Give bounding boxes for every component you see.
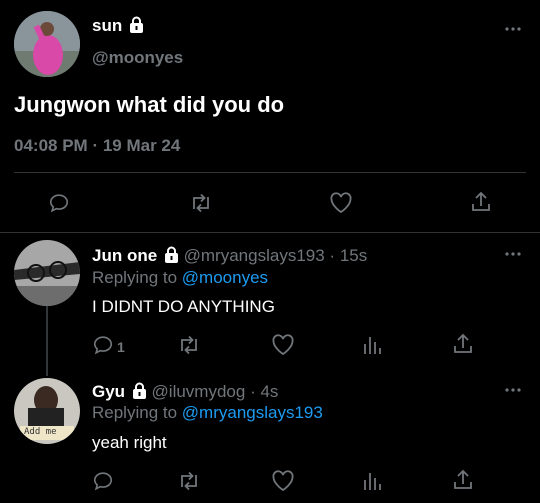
tweet-date: 19 Mar 24 bbox=[102, 136, 181, 155]
replying-to: Replying to @moonyes bbox=[92, 268, 268, 288]
author-row: sun bbox=[92, 16, 144, 36]
lock-icon bbox=[132, 382, 147, 399]
avatar[interactable] bbox=[14, 11, 80, 77]
like-icon[interactable] bbox=[271, 334, 295, 356]
lock-icon bbox=[164, 246, 179, 263]
tweet-text: Jungwon what did you do bbox=[14, 92, 285, 117]
retweet-icon[interactable] bbox=[177, 470, 201, 492]
views-icon[interactable] bbox=[362, 334, 382, 356]
handle[interactable]: @mryangslays193 bbox=[184, 246, 325, 265]
handle[interactable]: @iluvmydog bbox=[152, 382, 246, 401]
share-icon[interactable] bbox=[452, 468, 474, 492]
divider bbox=[14, 172, 526, 173]
replying-to-handle[interactable]: @moonyes bbox=[182, 268, 268, 287]
reply-count: 1 bbox=[117, 339, 125, 355]
author-row: Jun one @mryangslays193 · 15s bbox=[92, 246, 367, 266]
relative-time[interactable]: 4s bbox=[260, 382, 278, 401]
thread-line bbox=[46, 306, 48, 376]
retweet-icon[interactable] bbox=[177, 334, 201, 356]
more-icon[interactable] bbox=[504, 251, 522, 257]
reply-icon[interactable] bbox=[92, 470, 114, 492]
dot-separator: · bbox=[329, 246, 336, 265]
display-name[interactable]: Gyu bbox=[92, 382, 125, 401]
handle[interactable]: @moonyes bbox=[92, 48, 183, 68]
views-icon[interactable] bbox=[362, 470, 382, 492]
lock-icon bbox=[129, 16, 144, 33]
avatar[interactable] bbox=[14, 240, 80, 306]
tweet-text: I DIDNT DO ANYTHING bbox=[92, 297, 275, 316]
like-icon[interactable] bbox=[329, 192, 353, 214]
avatar-sign-text: Add me bbox=[24, 427, 57, 437]
separator: · bbox=[92, 136, 99, 155]
share-icon[interactable] bbox=[470, 190, 492, 214]
more-icon[interactable] bbox=[504, 387, 522, 393]
like-icon[interactable] bbox=[271, 470, 295, 492]
tweet-text: yeah right bbox=[92, 433, 167, 452]
display-name[interactable]: sun bbox=[92, 16, 122, 35]
more-icon[interactable] bbox=[504, 26, 522, 32]
replying-prefix: Replying to bbox=[92, 268, 178, 287]
author-row: Gyu @iluvmydog · 4s bbox=[92, 382, 278, 402]
timestamp[interactable]: 04:08 PM · 19 Mar 24 bbox=[14, 136, 180, 156]
replying-to: Replying to @mryangslays193 bbox=[92, 403, 323, 423]
dot-separator: · bbox=[250, 382, 256, 401]
avatar[interactable]: Add me bbox=[14, 378, 80, 444]
replying-prefix: Replying to bbox=[92, 403, 178, 422]
retweet-icon[interactable] bbox=[189, 192, 213, 214]
tweet-time: 04:08 PM bbox=[14, 136, 88, 155]
relative-time[interactable]: 15s bbox=[340, 246, 367, 265]
replying-to-handle[interactable]: @mryangslays193 bbox=[182, 403, 323, 422]
divider bbox=[0, 232, 540, 233]
reply-icon[interactable] bbox=[48, 192, 70, 214]
share-icon[interactable] bbox=[452, 332, 474, 356]
display-name[interactable]: Jun one bbox=[92, 246, 157, 265]
reply-icon[interactable] bbox=[92, 334, 114, 356]
